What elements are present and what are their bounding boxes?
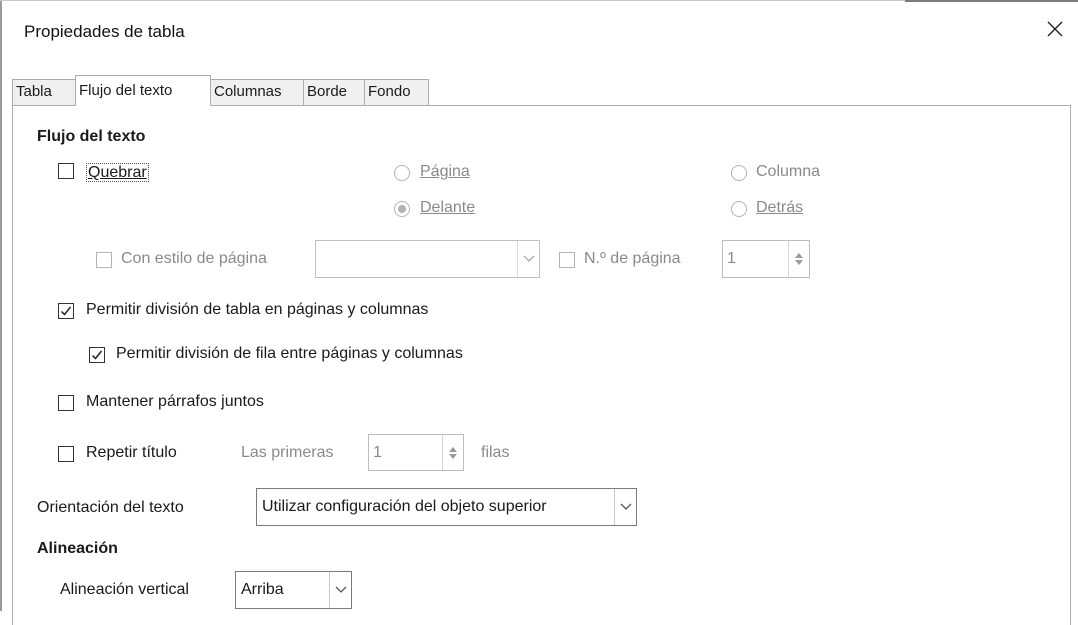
first-rows-value: 1 [373, 444, 382, 461]
allow-table-split-label: Permitir división de tabla en páginas y … [86, 301, 429, 318]
vertical-alignment-select[interactable]: Arriba [235, 571, 352, 609]
repeat-heading-label: Repetir título [86, 444, 177, 461]
page-number-spinbox[interactable]: 1 [722, 240, 810, 278]
repeat-heading-checkbox[interactable] [58, 446, 74, 462]
after-radio[interactable] [731, 201, 747, 217]
page-style-select[interactable] [315, 240, 540, 278]
with-page-style-checkbox[interactable] [96, 252, 112, 268]
vertical-alignment-label: Alineación vertical [60, 581, 189, 598]
chevron-down-icon[interactable] [614, 489, 636, 525]
first-rows-label: Las primeras [241, 444, 334, 461]
text-orientation-label: Orientación del texto [37, 499, 184, 516]
tab-columnas[interactable]: Columnas [210, 79, 304, 105]
keep-together-checkbox[interactable] [58, 395, 74, 411]
tab-borde[interactable]: Borde [303, 79, 365, 105]
dialog-title: Propiedades de tabla [24, 22, 185, 41]
break-label: Quebrar [86, 163, 149, 182]
text-orientation-value: Utilizar configuración del objeto superi… [262, 498, 547, 515]
first-rows-spinbox[interactable]: 1 [368, 434, 464, 471]
vertical-alignment-value: Arriba [241, 581, 284, 598]
page-radio[interactable] [394, 165, 410, 181]
page-number-checkbox[interactable] [559, 252, 575, 268]
page-number-value: 1 [727, 250, 736, 267]
allow-row-split-checkbox[interactable] [89, 347, 105, 363]
section-heading-text-flow: Flujo del texto [37, 128, 146, 145]
tab-fondo[interactable]: Fondo [364, 79, 429, 105]
page-number-label: N.º de página [584, 250, 681, 267]
allow-table-split-checkbox[interactable] [58, 303, 74, 319]
before-radio[interactable] [394, 201, 410, 217]
spin-arrows-icon[interactable] [788, 241, 809, 277]
tab-tabla[interactable]: Tabla [12, 79, 76, 105]
tab-panel [12, 105, 1071, 625]
section-heading-alignment: Alineación [37, 540, 118, 557]
spin-arrows-icon[interactable] [442, 435, 463, 470]
window-left-border [0, 0, 2, 611]
window-top-border-accent [905, 0, 1078, 2]
close-icon[interactable] [1040, 14, 1070, 44]
with-page-style-label: Con estilo de página [121, 250, 267, 267]
chevron-down-icon[interactable] [329, 572, 351, 608]
page-radio-label: Página [420, 163, 470, 180]
text-orientation-select[interactable]: Utilizar configuración del objeto superi… [256, 488, 637, 526]
before-radio-label: Delante [420, 199, 476, 216]
first-rows-suffix: filas [481, 444, 510, 461]
column-radio[interactable] [731, 165, 747, 181]
tab-flujo-del-texto[interactable]: Flujo del texto [75, 75, 211, 106]
after-radio-label: Detrás [756, 199, 804, 216]
column-radio-label: Columna [756, 163, 821, 180]
keep-together-label: Mantener párrafos juntos [86, 393, 264, 410]
break-checkbox[interactable] [58, 163, 74, 179]
chevron-down-icon[interactable] [517, 241, 539, 277]
allow-row-split-label: Permitir división de fila entre páginas … [116, 345, 463, 362]
